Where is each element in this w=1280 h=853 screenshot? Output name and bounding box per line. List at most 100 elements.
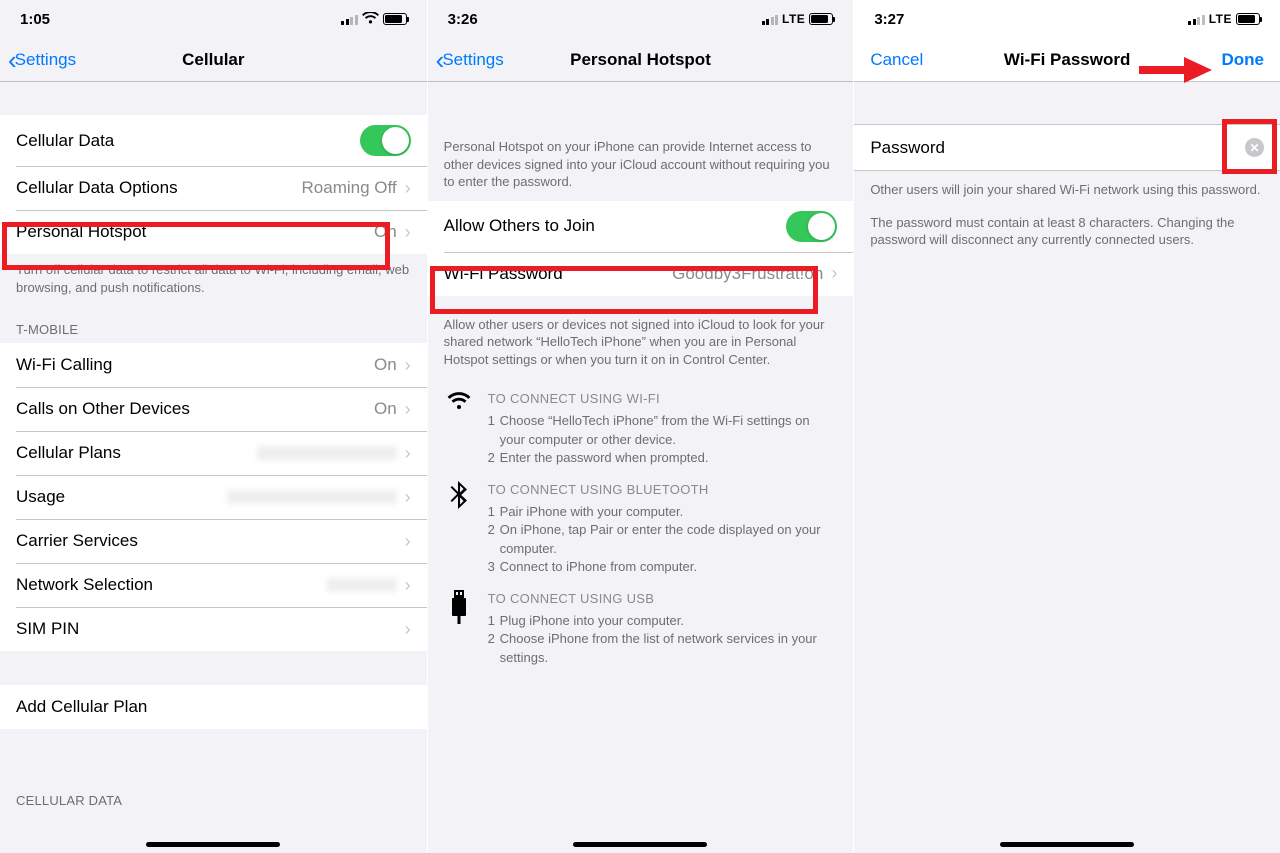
- chevron-right-icon: ›: [405, 178, 411, 199]
- chevron-right-icon: ›: [405, 222, 411, 243]
- row-cellular-data-options[interactable]: Cellular Data Options Roaming Off ›: [0, 166, 427, 210]
- instr-step: Connect to iPhone from computer.: [500, 558, 697, 576]
- footer-requirements: The password must contain at least 8 cha…: [854, 207, 1280, 257]
- arrow-annotation: [1134, 55, 1214, 85]
- section-header-cellulardata: CELLULAR DATA: [0, 729, 427, 814]
- usb-icon: [444, 590, 474, 667]
- row-value: On: [374, 399, 397, 419]
- done-button[interactable]: Done: [1213, 50, 1272, 70]
- row-label: SIM PIN: [16, 619, 405, 639]
- row-label: Wi-Fi Password: [444, 264, 672, 284]
- row-label: Allow Others to Join: [444, 216, 787, 236]
- section-header-carrier: T-MOBILE: [0, 304, 427, 343]
- signal-icon: [762, 14, 779, 25]
- row-cellular-data[interactable]: Cellular Data: [0, 115, 427, 166]
- row-value: On: [374, 222, 397, 242]
- row-cellular-plans[interactable]: Cellular Plans ›: [0, 431, 427, 475]
- screenshot-personal-hotspot: 3:26 LTE ‹ Settings Personal Hotspot Per…: [427, 0, 854, 853]
- wifi-icon: [362, 11, 379, 28]
- instr-step: Enter the password when prompted.: [500, 449, 709, 467]
- password-field[interactable]: Password ✕: [854, 124, 1280, 171]
- row-label: Wi-Fi Calling: [16, 355, 374, 375]
- group-hotspot: Allow Others to Join Wi-Fi Password Good…: [428, 201, 854, 296]
- row-label: Personal Hotspot: [16, 222, 374, 242]
- intro-text: Personal Hotspot on your iPhone can prov…: [428, 82, 854, 201]
- back-button[interactable]: ‹ Settings: [436, 47, 504, 73]
- chevron-right-icon: ›: [405, 443, 411, 464]
- nav-bar: ‹ Settings Cellular: [0, 38, 427, 82]
- instr-title: TO CONNECT USING BLUETOOTH: [488, 481, 838, 499]
- bluetooth-icon: [444, 481, 474, 576]
- row-value: Goodby3Frustrat!on: [672, 264, 823, 284]
- row-label: Cellular Data Options: [16, 178, 302, 198]
- row-network-selection[interactable]: Network Selection ›: [0, 563, 427, 607]
- home-indicator: [1000, 842, 1134, 847]
- chevron-right-icon: ›: [405, 399, 411, 420]
- home-indicator: [146, 842, 280, 847]
- password-label: Password: [870, 138, 1245, 158]
- instr-step: On iPhone, tap Pair or enter the code di…: [500, 521, 838, 557]
- row-label: Cellular Plans: [16, 443, 257, 463]
- network-type: LTE: [1209, 12, 1232, 26]
- back-label: Settings: [15, 50, 76, 70]
- wifi-icon: [444, 390, 474, 467]
- instr-title: TO CONNECT USING USB: [488, 590, 838, 608]
- row-allow-others[interactable]: Allow Others to Join: [428, 201, 854, 252]
- chevron-right-icon: ›: [831, 263, 837, 284]
- nav-bar: Cancel Wi-Fi Password Done: [854, 38, 1280, 82]
- row-wifi-calling[interactable]: Wi-Fi Calling On ›: [0, 343, 427, 387]
- note-text: Allow other users or devices not signed …: [428, 296, 854, 377]
- chevron-right-icon: ›: [405, 487, 411, 508]
- row-value: [227, 490, 397, 504]
- status-time: 3:27: [874, 11, 904, 28]
- chevron-right-icon: ›: [405, 575, 411, 596]
- instr-step: Plug iPhone into your computer.: [500, 612, 684, 630]
- chevron-right-icon: ›: [405, 531, 411, 552]
- row-label: Cellular Data: [16, 131, 360, 151]
- status-time: 1:05: [20, 11, 50, 28]
- instr-title: TO CONNECT USING WI-FI: [488, 390, 838, 408]
- instr-step: Choose “HelloTech iPhone” from the Wi-Fi…: [500, 412, 838, 448]
- signal-icon: [341, 14, 358, 25]
- clear-icon[interactable]: ✕: [1245, 138, 1264, 157]
- toggle-cellular-data[interactable]: [360, 125, 411, 156]
- row-wifi-password[interactable]: Wi-Fi Password Goodby3Frustrat!on ›: [428, 252, 854, 296]
- row-label: Calls on Other Devices: [16, 399, 374, 419]
- group-cellular: Cellular Data Cellular Data Options Roam…: [0, 115, 427, 254]
- row-label: Add Cellular Plan: [16, 697, 411, 717]
- instructions-bluetooth: TO CONNECT USING BLUETOOTH 1Pair iPhone …: [428, 467, 854, 576]
- back-button[interactable]: ‹ Settings: [8, 47, 76, 73]
- row-value: [257, 446, 397, 460]
- group-add-plan: Add Cellular Plan: [0, 685, 427, 729]
- instructions-wifi: TO CONNECT USING WI-FI 1Choose “HelloTec…: [428, 376, 854, 467]
- row-label: Usage: [16, 487, 227, 507]
- status-right: LTE: [762, 12, 834, 26]
- screenshot-cellular: 1:05 ‹ Settings Cellular Cellular Data C…: [0, 0, 427, 853]
- home-indicator: [573, 842, 707, 847]
- row-value: Roaming Off: [302, 178, 397, 198]
- row-label: Network Selection: [16, 575, 327, 595]
- instr-step: Pair iPhone with your computer.: [500, 503, 684, 521]
- network-type: LTE: [782, 12, 805, 26]
- row-usage[interactable]: Usage ›: [0, 475, 427, 519]
- instructions-usb: TO CONNECT USING USB 1Plug iPhone into y…: [428, 576, 854, 667]
- row-value: On: [374, 355, 397, 375]
- row-calls-other-devices[interactable]: Calls on Other Devices On ›: [0, 387, 427, 431]
- instr-step: Choose iPhone from the list of network s…: [500, 630, 838, 666]
- footer-cellular: Turn off cellular data to restrict all d…: [0, 254, 427, 304]
- screenshot-wifi-password: 3:27 LTE Cancel Wi-Fi Password Done Pass…: [853, 0, 1280, 853]
- status-time: 3:26: [448, 11, 478, 28]
- nav-bar: ‹ Settings Personal Hotspot: [428, 38, 854, 82]
- chevron-right-icon: ›: [405, 619, 411, 640]
- row-sim-pin[interactable]: SIM PIN ›: [0, 607, 427, 651]
- row-value: [327, 578, 397, 592]
- row-personal-hotspot[interactable]: Personal Hotspot On ›: [0, 210, 427, 254]
- status-bar: 3:26 LTE: [428, 0, 854, 38]
- signal-icon: [1188, 14, 1205, 25]
- toggle-allow-others[interactable]: [786, 211, 837, 242]
- back-label: Settings: [442, 50, 503, 70]
- status-right: [341, 11, 407, 28]
- cancel-button[interactable]: Cancel: [862, 50, 931, 70]
- row-add-cellular-plan[interactable]: Add Cellular Plan: [0, 685, 427, 729]
- row-carrier-services[interactable]: Carrier Services ›: [0, 519, 427, 563]
